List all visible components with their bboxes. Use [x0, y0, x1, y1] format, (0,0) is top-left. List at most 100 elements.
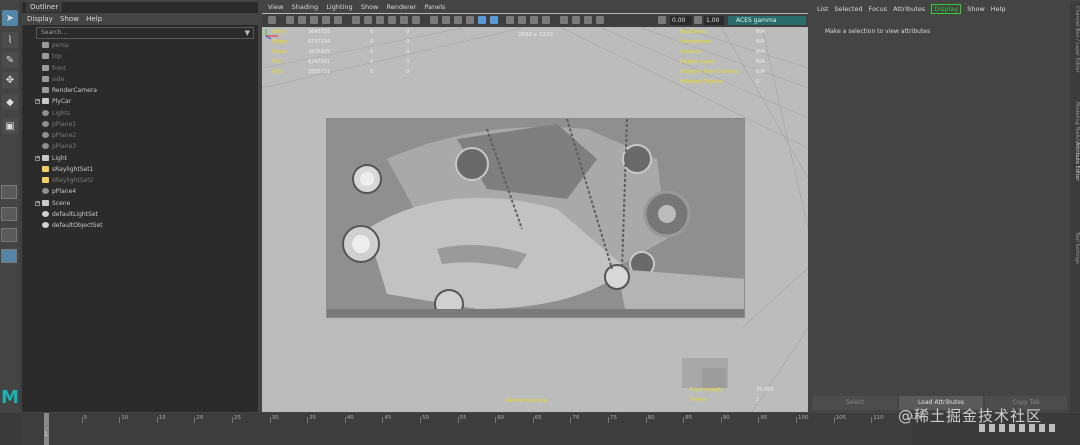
viewport-menu-renderer[interactable]: Renderer [387, 2, 417, 13]
attribute-editor-menu-selected[interactable]: Selected [834, 2, 862, 16]
scale-tool-icon[interactable]: ▣ [2, 118, 18, 134]
rotate-tool-icon[interactable]: ◆ [2, 94, 18, 110]
attribute-editor-menu-display[interactable]: Display [931, 4, 962, 14]
grease-pencil-icon[interactable] [334, 16, 342, 24]
depth-of-field-icon[interactable] [542, 16, 550, 24]
select-button[interactable]: Select [813, 396, 897, 410]
paint-select-tool-icon[interactable]: ✎ [2, 52, 18, 68]
attribute-editor-menu-focus[interactable]: Focus [869, 2, 888, 16]
motion-blur-icon[interactable] [518, 16, 526, 24]
outliner-item[interactable]: RenderCamera [42, 85, 97, 96]
outliner-item[interactable]: pPlane1 [42, 119, 76, 130]
field-chart-icon[interactable] [400, 16, 408, 24]
outliner-item[interactable]: pPlane3 [42, 141, 76, 152]
layout-side-button[interactable] [1, 228, 17, 242]
wireframe-icon[interactable] [430, 16, 438, 24]
viewport-menu-show[interactable]: Show [361, 2, 379, 13]
outliner-tab[interactable]: Outliner [26, 2, 63, 12]
color-management-dropdown[interactable]: ACES gamma [728, 16, 806, 25]
timeline-tick [683, 417, 685, 423]
select-camera-icon[interactable] [268, 16, 276, 24]
tool-strip: ➤ ⌇ ✎ ✥ ◆ ▣ M [0, 0, 21, 412]
outliner-menu-help[interactable]: Help [86, 13, 102, 25]
layout-single-button[interactable] [1, 185, 17, 199]
outliner-item[interactable]: pPlane2 [42, 130, 76, 141]
outliner-item-label: defaultLightSet [52, 210, 98, 218]
attribute-editor-menu-attributes[interactable]: Attributes [893, 2, 925, 16]
textured-icon[interactable] [466, 16, 474, 24]
xray-icon[interactable] [572, 16, 580, 24]
hud-label: Tris: [272, 59, 283, 65]
select-tool-icon[interactable]: ➤ [2, 10, 18, 26]
exposure-field[interactable]: 0.00 [670, 16, 692, 25]
current-time-indicator[interactable] [44, 413, 49, 445]
timeline-tick-label: 15 [158, 415, 166, 421]
resolution-gate-icon[interactable] [376, 16, 384, 24]
outliner-item[interactable]: Lights [42, 108, 70, 119]
move-tool-icon[interactable]: ✥ [2, 72, 18, 88]
attribute-editor-menu-help[interactable]: Help [991, 2, 1006, 16]
time-slider-track[interactable]: 5 10 15 20 25 30 35 40 45 50 55 60 65 70 75 80 85 90 95 100… [22, 413, 921, 445]
side-tab[interactable]: Modeling Toolkit [1070, 102, 1080, 142]
outliner-item[interactable]: pPlane4 [42, 186, 76, 197]
viewport-toolbar: 0.00 1.00 ACES gamma [262, 14, 808, 27]
outliner-item[interactable]: persp [42, 40, 69, 51]
hud-value: 0 [370, 69, 374, 75]
layout-four-button[interactable] [1, 207, 17, 221]
outliner-item[interactable]: sRaylightSet1 [42, 164, 93, 175]
viewport-menu-shading[interactable]: Shading [292, 2, 318, 13]
outliner-item[interactable]: side [42, 74, 64, 85]
attribute-editor-message: Make a selection to view attributes [825, 28, 931, 35]
use-all-lights-icon[interactable] [478, 16, 486, 24]
expand-toggle-icon[interactable]: + [35, 99, 40, 105]
layout-outliner-button[interactable] [1, 249, 17, 263]
smooth-shade-icon[interactable] [442, 16, 450, 24]
ambient-occlusion-icon[interactable] [506, 16, 514, 24]
expand-toggle-icon[interactable]: + [35, 200, 40, 206]
wireframe-on-shaded-icon[interactable] [454, 16, 462, 24]
mesh-icon [42, 132, 49, 138]
outliner-item[interactable]: front [42, 63, 66, 74]
viewport-menu-view[interactable]: View [268, 2, 283, 13]
outliner-item[interactable]: sRaylightSet2 [42, 175, 93, 186]
gate-mask-icon[interactable] [388, 16, 396, 24]
bookmark-icon[interactable] [298, 16, 306, 24]
xray-joints-icon[interactable] [584, 16, 592, 24]
side-tab[interactable]: Channel Box / Layer Editor [1070, 6, 1080, 73]
hud-value: N/A [756, 39, 765, 45]
side-tab[interactable]: Attribute Editor [1070, 142, 1080, 180]
viewport-menu-panels[interactable]: Panels [425, 2, 446, 13]
shadows-icon[interactable] [490, 16, 498, 24]
outliner-item[interactable]: top [42, 51, 62, 62]
outliner-search-input[interactable]: Search... ▼ [36, 27, 254, 39]
grid-icon[interactable] [352, 16, 360, 24]
outliner-menu-show[interactable]: Show [60, 13, 79, 25]
outliner-item[interactable]: defaultLightSet [42, 209, 98, 220]
attribute-editor-menu-show[interactable]: Show [967, 2, 985, 16]
outliner-item[interactable]: + Scene [35, 198, 70, 209]
search-dropdown-arrow-icon[interactable]: ▼ [245, 28, 250, 38]
2d-pan-zoom-icon[interactable] [322, 16, 330, 24]
attribute-editor-menu-list[interactable]: List [817, 2, 828, 16]
hud-value: 0 [406, 49, 410, 55]
multisample-aa-icon[interactable] [530, 16, 538, 24]
image-plane-icon[interactable] [310, 16, 318, 24]
outliner-item[interactable]: + PlyCar [35, 96, 71, 107]
outliner-panel: Outliner Display Show Help Search... ▼ p… [22, 2, 258, 412]
group-icon [42, 154, 49, 161]
lasso-tool-icon[interactable]: ⌇ [2, 32, 18, 48]
outliner-item[interactable]: defaultObjectSet [42, 220, 103, 231]
isolate-select-icon[interactable] [560, 16, 568, 24]
camera-attributes-icon[interactable] [286, 16, 294, 24]
safe-action-icon[interactable] [412, 16, 420, 24]
side-tab[interactable]: Tool Settings [1070, 232, 1080, 264]
go-to-end-icon[interactable] [1049, 424, 1055, 432]
film-gate-icon[interactable] [364, 16, 372, 24]
viewport-menu-lighting[interactable]: Lighting [326, 2, 352, 13]
xray-components-icon[interactable] [596, 16, 604, 24]
viewport-scene[interactable]: 2560 x 1220 Verts: 3645755 0 0 Edges: 6737194… [262, 28, 808, 412]
gamma-field[interactable]: 1.00 [704, 16, 724, 25]
expand-toggle-icon[interactable]: + [35, 155, 40, 161]
outliner-item[interactable]: + Light [35, 153, 67, 164]
outliner-menu-display[interactable]: Display [27, 13, 53, 25]
